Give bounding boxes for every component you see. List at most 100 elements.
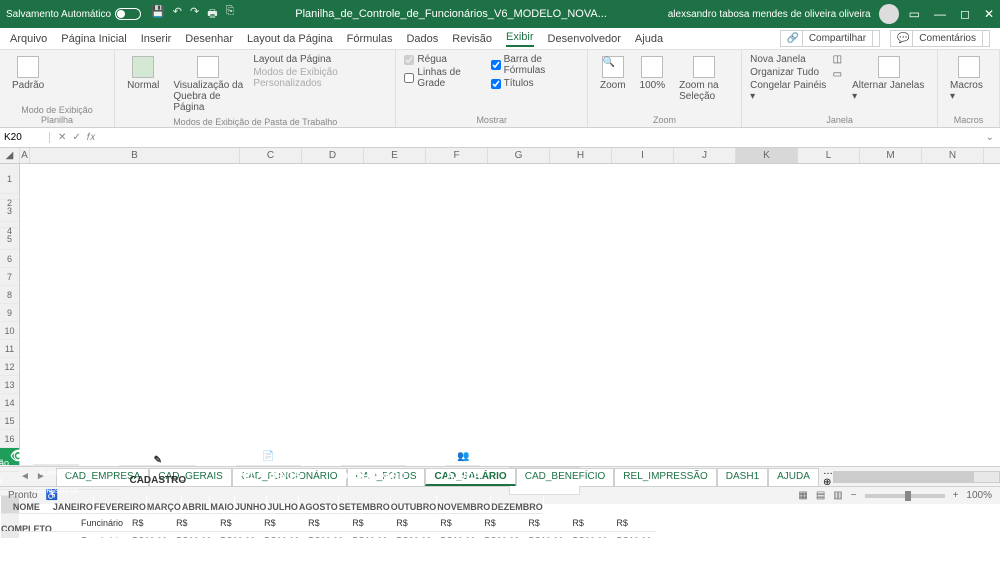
menu-dados[interactable]: Dados bbox=[406, 33, 438, 45]
col-header[interactable]: G bbox=[488, 148, 550, 163]
cell-value[interactable]: R$ 1.500,00 bbox=[436, 532, 480, 538]
ribbon-options-icon[interactable]: ▭ bbox=[909, 7, 920, 21]
gridlines-checkbox[interactable]: Linhas de Grade bbox=[404, 67, 484, 89]
name-box[interactable]: K20 bbox=[0, 132, 50, 143]
cell-value[interactable]: R$ 1.500,00 bbox=[260, 532, 304, 538]
arrange-all-button[interactable]: Organizar Tudo bbox=[750, 67, 827, 78]
row-header[interactable]: 11 bbox=[0, 340, 19, 358]
cell-name[interactable]: Funcinário 1 bbox=[1, 514, 128, 532]
row-header[interactable]: 15 bbox=[0, 412, 19, 430]
menu-arquivo[interactable]: Arquivo bbox=[10, 33, 47, 45]
undo-icon[interactable]: ↶ bbox=[173, 5, 182, 24]
row-header[interactable]: 5 bbox=[0, 228, 19, 250]
print-icon[interactable]: 🖶 bbox=[207, 5, 217, 24]
cell-value[interactable]: R$ 1.500,00 bbox=[568, 532, 612, 538]
col-header[interactable]: E bbox=[364, 148, 426, 163]
custom-views-button[interactable]: Modos de Exibição Personalizados bbox=[253, 67, 387, 89]
cell-value[interactable]: R$ 1.500,00 bbox=[216, 532, 260, 538]
view-layout-icon[interactable]: ▤ bbox=[816, 490, 825, 501]
split-icon[interactable]: ◫ bbox=[833, 54, 842, 65]
cell-value[interactable]: R$ 1.500,00 bbox=[392, 532, 436, 538]
row-header[interactable]: 10 bbox=[0, 322, 19, 340]
row-header[interactable]: 7 bbox=[0, 268, 19, 286]
sheet-tab[interactable]: DASH1 bbox=[717, 468, 768, 486]
close-icon[interactable]: ✕ bbox=[984, 7, 994, 21]
fx-icon[interactable]: 𝑓𝑥 bbox=[87, 132, 96, 143]
formula-bar-checkbox[interactable]: Barra de Fórmulas bbox=[491, 54, 579, 76]
cell-value[interactable]: R$ 2.200,00 bbox=[524, 514, 568, 532]
cell-value[interactable]: R$ 1.500,00 bbox=[612, 532, 656, 538]
tab-nav-prev-icon[interactable]: ◄ bbox=[20, 471, 30, 482]
col-header[interactable]: K bbox=[736, 148, 798, 163]
normal-button[interactable]: Normal bbox=[123, 54, 163, 93]
new-window-button[interactable]: Nova Janela bbox=[750, 54, 827, 65]
view-break-icon[interactable]: ▥ bbox=[833, 490, 842, 501]
col-header[interactable]: F bbox=[426, 148, 488, 163]
zoom-slider[interactable] bbox=[865, 494, 945, 498]
cell-value[interactable]: R$ 2.000,00 bbox=[172, 514, 216, 532]
row-header[interactable]: 14 bbox=[0, 394, 19, 412]
row-header[interactable]: 9 bbox=[0, 304, 19, 322]
col-header[interactable]: B bbox=[30, 148, 240, 163]
cell-value[interactable]: R$ 1.500,00 bbox=[524, 532, 568, 538]
cell-value[interactable]: R$ 2.200,00 bbox=[304, 514, 348, 532]
cell-value[interactable]: R$ 2.200,00 bbox=[436, 514, 480, 532]
menu-formulas[interactable]: Fórmulas bbox=[347, 33, 393, 45]
zoom-level[interactable]: 100% bbox=[966, 490, 992, 501]
col-header[interactable]: C bbox=[240, 148, 302, 163]
cell-value[interactable]: R$ 1.500,00 bbox=[480, 532, 524, 538]
cell-value[interactable]: R$ 2.000,00 bbox=[128, 514, 172, 532]
menu-layout[interactable]: Layout da Página bbox=[247, 33, 333, 45]
zoom-in-icon[interactable]: + bbox=[953, 490, 959, 501]
save-icon[interactable]: 💾 bbox=[151, 5, 165, 24]
col-header[interactable]: H bbox=[550, 148, 612, 163]
zoom-out-icon[interactable]: − bbox=[851, 490, 857, 501]
row-header[interactable]: 12 bbox=[0, 358, 19, 376]
menu-inserir[interactable]: Inserir bbox=[141, 33, 172, 45]
row-header[interactable]: 3 bbox=[0, 200, 19, 222]
cell-value[interactable]: R$ 2.200,00 bbox=[216, 514, 260, 532]
col-header[interactable]: I bbox=[612, 148, 674, 163]
minimize-icon[interactable]: — bbox=[934, 7, 946, 21]
zoom-100-button[interactable]: 100% bbox=[636, 54, 670, 93]
padrao-button[interactable]: Padrão bbox=[8, 54, 48, 93]
col-header[interactable]: N bbox=[922, 148, 984, 163]
cell-value[interactable]: R$ 1.500,00 bbox=[304, 532, 348, 538]
row-header[interactable]: 16 bbox=[0, 430, 19, 448]
col-header[interactable]: L bbox=[798, 148, 860, 163]
switch-windows-button[interactable]: Alternar Janelas ▾ bbox=[848, 54, 929, 104]
zoom-selection-button[interactable]: Zoom na Seleção bbox=[675, 54, 733, 104]
cancel-icon[interactable]: ✕ bbox=[58, 132, 66, 143]
cell-name[interactable]: Funcinário 2 bbox=[1, 532, 128, 538]
page-break-button[interactable]: Visualização da Quebra de Página bbox=[169, 54, 247, 115]
row-header[interactable]: 13 bbox=[0, 376, 19, 394]
menu-pagina-inicial[interactable]: Página Inicial bbox=[61, 33, 126, 45]
cell-value[interactable]: R$ 2.200,00 bbox=[260, 514, 304, 532]
user-avatar[interactable] bbox=[879, 4, 899, 24]
col-header[interactable]: D bbox=[302, 148, 364, 163]
nav-relatorios[interactable]: 📄RELATÓRIOS bbox=[236, 448, 301, 466]
cell-value[interactable]: R$ 2.200,00 bbox=[480, 514, 524, 532]
freeze-panes-button[interactable]: Congelar Painéis ▾ bbox=[750, 80, 827, 102]
autosave-toggle[interactable]: Salvamento Automático bbox=[6, 8, 141, 20]
row-header[interactable]: 8 bbox=[0, 286, 19, 304]
cell-value[interactable]: R$ 2.200,00 bbox=[348, 514, 392, 532]
sheet-tab[interactable]: REL_IMPRESSÃO bbox=[614, 468, 716, 486]
menu-desenhar[interactable]: Desenhar bbox=[185, 33, 233, 45]
redo-icon[interactable]: ↷ bbox=[190, 5, 199, 24]
sheet-tab[interactable]: CAD_BENEFÍCIO bbox=[516, 468, 615, 486]
select-all[interactable]: ◢ bbox=[0, 148, 20, 163]
enter-icon[interactable]: ✓ bbox=[72, 132, 80, 143]
menu-ajuda[interactable]: Ajuda bbox=[635, 33, 663, 45]
nav-cadastro[interactable]: ✎CADASTRO bbox=[119, 448, 196, 466]
menu-desenvolvedor[interactable]: Desenvolvedor bbox=[548, 33, 621, 45]
headings-checkbox[interactable]: Títulos bbox=[491, 78, 579, 89]
share-button[interactable]: 🔗 Compartilhar bbox=[780, 30, 880, 47]
row-header[interactable]: 1 bbox=[0, 164, 19, 194]
cell-value[interactable]: R$ 1.500,00 bbox=[172, 532, 216, 538]
sheet-tab[interactable]: AJUDA bbox=[768, 468, 819, 486]
table-row[interactable]: Funcinário 1R$ 2.000,00R$ 2.000,00R$ 2.2… bbox=[0, 514, 19, 532]
menu-exibir[interactable]: Exibir bbox=[506, 31, 534, 47]
menu-revisao[interactable]: Revisão bbox=[452, 33, 492, 45]
macros-button[interactable]: Macros ▾ bbox=[946, 54, 991, 104]
